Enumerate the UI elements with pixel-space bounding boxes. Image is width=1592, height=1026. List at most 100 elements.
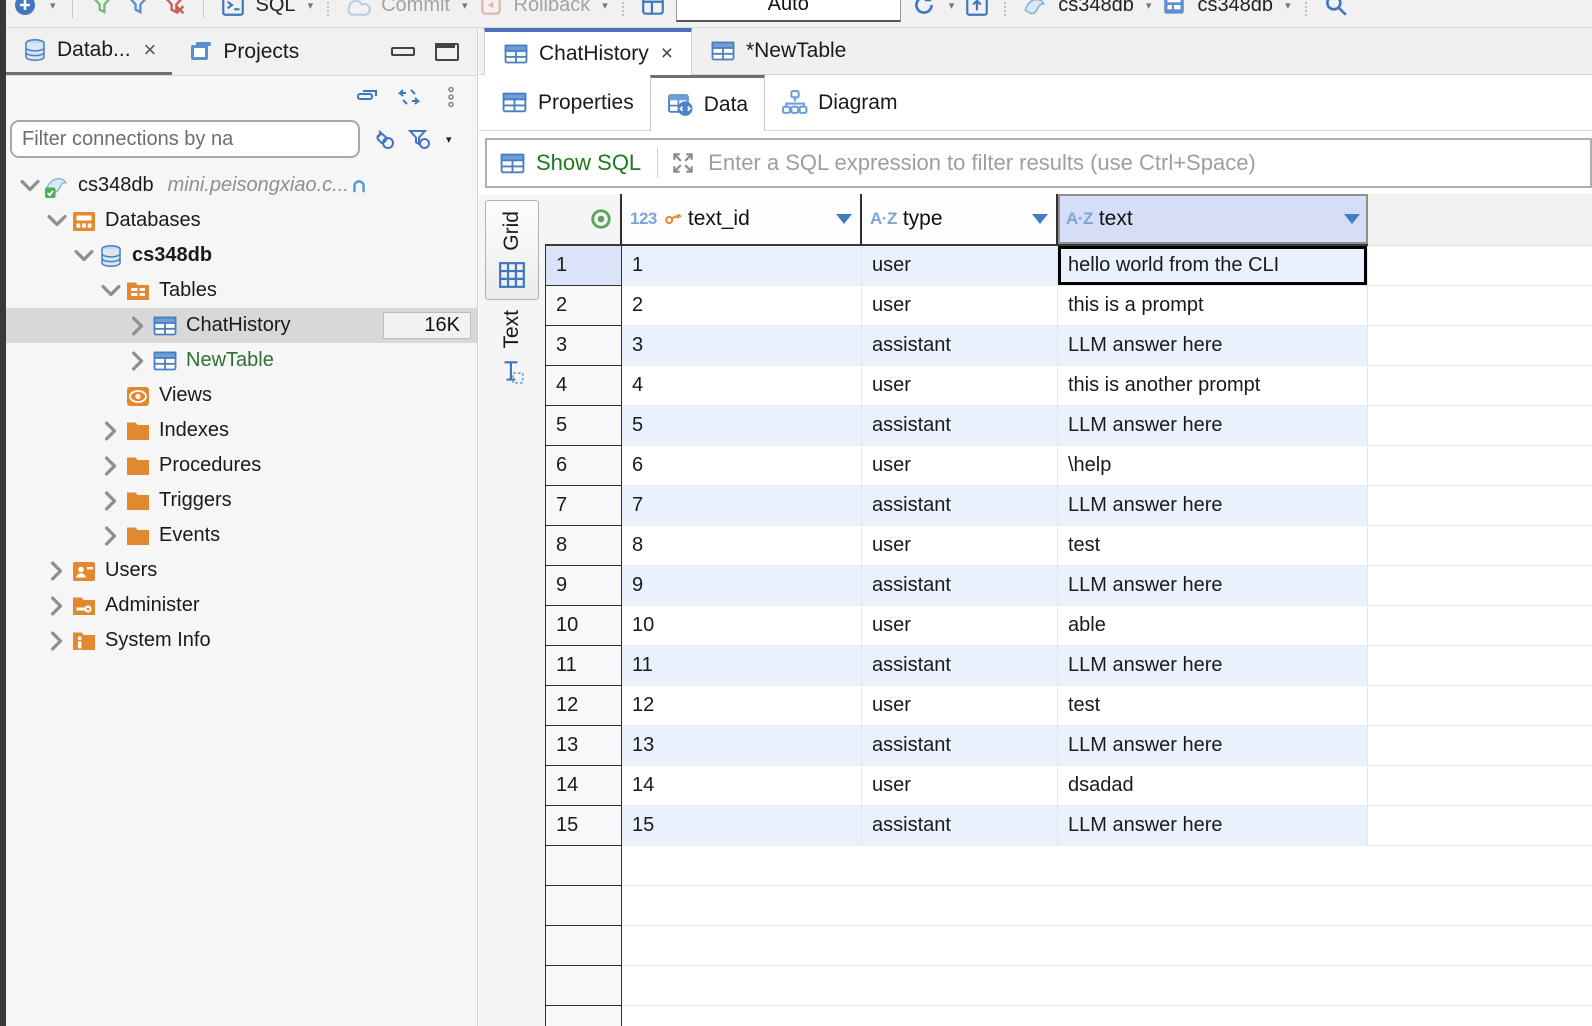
commit-icon[interactable]	[345, 0, 371, 18]
grid-cell-text_id[interactable]: 5	[622, 406, 862, 446]
row-number[interactable]	[545, 846, 622, 886]
presentation-tab-text[interactable]: Text	[485, 300, 539, 397]
grid-cell-type[interactable]: user	[862, 766, 1058, 806]
tree-item-cs348db[interactable]: cs348dbmini.peisongxiao.c...	[6, 168, 477, 203]
column-dropdown-icon[interactable]	[1344, 214, 1360, 224]
editor-tab-chathistory[interactable]: ChatHistory ×	[484, 28, 692, 75]
grid-cell-type[interactable]: user	[862, 446, 1058, 486]
row-number[interactable]: 10	[545, 606, 622, 646]
row-number[interactable]: 2	[545, 286, 622, 326]
rollback-icon[interactable]	[478, 0, 504, 18]
grid-cell-type[interactable]: user	[862, 606, 1058, 646]
grid-cell-type[interactable]: user	[862, 686, 1058, 726]
row-number[interactable]: 12	[545, 686, 622, 726]
expand-filter-icon[interactable]	[670, 150, 696, 176]
column-header-type[interactable]: A·Z type	[862, 194, 1058, 246]
grid-cell-text_id[interactable]: 15	[622, 806, 862, 846]
refresh-caret[interactable]: ▾	[949, 0, 955, 12]
grid-cell-text_id[interactable]: 7	[622, 486, 862, 526]
grid-cell-type[interactable]: assistant	[862, 486, 1058, 526]
tree-item-newtable[interactable]: NewTable	[6, 343, 477, 378]
row-number[interactable]: 3	[545, 326, 622, 366]
presentation-tab-grid[interactable]: Grid	[485, 200, 539, 300]
commit-caret[interactable]: ▾	[462, 0, 468, 12]
search-icon[interactable]	[1323, 0, 1349, 18]
grid-cell-type[interactable]: user	[862, 286, 1058, 326]
grid-cell-text_id[interactable]: 3	[622, 326, 862, 366]
row-number[interactable]	[545, 926, 622, 966]
grid-cell-text[interactable]: test	[1058, 526, 1368, 566]
row-number[interactable]	[545, 886, 622, 926]
view-menu-icon[interactable]	[439, 85, 463, 109]
row-number[interactable]: 14	[545, 766, 622, 806]
grid-cell-text[interactable]: \help	[1058, 446, 1368, 486]
tree-item-events[interactable]: Events	[6, 518, 477, 553]
grid-cell-type[interactable]: assistant	[862, 566, 1058, 606]
filter-connections-icon[interactable]	[408, 127, 432, 151]
connect-plug-icon[interactable]	[372, 127, 396, 151]
tree-item-triggers[interactable]: Triggers	[6, 483, 477, 518]
filter-remove-icon[interactable]	[161, 0, 187, 18]
tree-item-users[interactable]: Users	[6, 553, 477, 588]
filter-caret[interactable]: ▾	[446, 133, 452, 146]
chevron-right-icon[interactable]	[97, 492, 125, 510]
chevron-down-icon[interactable]	[43, 212, 71, 230]
grid-cell-text_id[interactable]: 4	[622, 366, 862, 406]
grid-cell-text[interactable]: this is a prompt	[1058, 286, 1368, 326]
row-number[interactable]: 15	[545, 806, 622, 846]
tree-item-tables[interactable]: Tables	[6, 273, 477, 308]
refresh-icon[interactable]	[911, 0, 937, 18]
tree-item-indexes[interactable]: Indexes	[6, 413, 477, 448]
grid-cell-text[interactable]: LLM answer here	[1058, 406, 1368, 446]
column-header-text-id[interactable]: 123 text_id	[622, 194, 862, 246]
row-number[interactable]: 4	[545, 366, 622, 406]
grid-cell-text_id[interactable]: 8	[622, 526, 862, 566]
row-number[interactable]: 1	[545, 246, 622, 286]
tab-projects[interactable]: Projects	[172, 28, 315, 75]
active-database-icon[interactable]	[1161, 0, 1187, 18]
tx-mode-icon[interactable]	[640, 0, 666, 18]
sql-editor-label[interactable]: SQL	[256, 0, 296, 17]
chevron-right-icon[interactable]	[124, 317, 152, 335]
chevron-right-icon[interactable]	[43, 562, 71, 580]
maximize-panel-icon[interactable]	[435, 43, 459, 61]
grid-cell-text_id[interactable]: 11	[622, 646, 862, 686]
grid-cell-text[interactable]: LLM answer here	[1058, 726, 1368, 766]
tree-item-databases[interactable]: Databases	[6, 203, 477, 238]
chevron-right-icon[interactable]	[43, 632, 71, 650]
filter-green-icon[interactable]	[89, 0, 115, 18]
grid-cell-text[interactable]: able	[1058, 606, 1368, 646]
row-number[interactable]: 5	[545, 406, 622, 446]
connection-filter-input[interactable]	[10, 120, 360, 158]
grid-cell-type[interactable]: user	[862, 526, 1058, 566]
grid-cell-text_id[interactable]: 2	[622, 286, 862, 326]
grid-cell-text_id[interactable]: 12	[622, 686, 862, 726]
column-dropdown-icon[interactable]	[836, 214, 852, 224]
new-connection-caret[interactable]: ▾	[50, 0, 56, 12]
sql-filter-input[interactable]: Enter a SQL expression to filter results…	[708, 150, 1256, 176]
active-database-caret[interactable]: ▾	[1285, 0, 1291, 12]
row-number[interactable]: 6	[545, 446, 622, 486]
row-number[interactable]: 8	[545, 526, 622, 566]
open-declaration-icon[interactable]	[964, 0, 990, 18]
minimize-panel-icon[interactable]	[391, 47, 415, 56]
tree-item-cs348db[interactable]: cs348db	[6, 238, 477, 273]
grid-cell-text_id[interactable]: 1	[622, 246, 862, 286]
rollback-label[interactable]: Rollback	[514, 0, 591, 17]
grid-cell-text_id[interactable]: 14	[622, 766, 862, 806]
row-number[interactable]: 7	[545, 486, 622, 526]
grid-cell-text[interactable]: this is another prompt	[1058, 366, 1368, 406]
grid-cell-type[interactable]: assistant	[862, 406, 1058, 446]
row-number[interactable]: 9	[545, 566, 622, 606]
tree-item-chathistory[interactable]: ChatHistory16K	[6, 308, 477, 343]
row-number-header[interactable]	[545, 194, 622, 246]
grid-cell-text[interactable]: LLM answer here	[1058, 646, 1368, 686]
rollback-caret[interactable]: ▾	[602, 0, 608, 12]
link-with-editor-icon[interactable]	[397, 85, 421, 109]
chevron-down-icon[interactable]	[97, 282, 125, 300]
tx-mode-select[interactable]: Auto	[676, 0, 901, 22]
chevron-down-icon[interactable]	[16, 177, 44, 195]
subtab-properties[interactable]: Properties	[485, 75, 650, 130]
sql-editor-caret[interactable]: ▾	[308, 0, 314, 12]
row-number[interactable]	[545, 966, 622, 1006]
